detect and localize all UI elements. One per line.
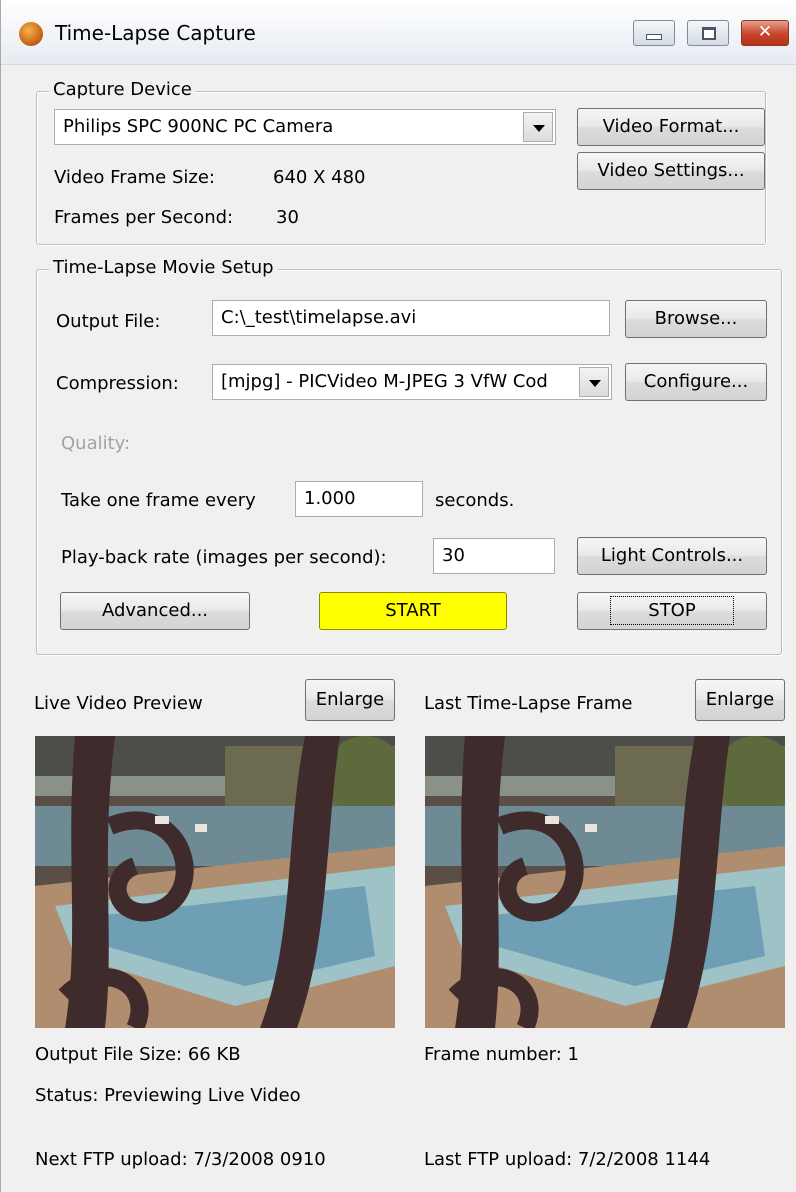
start-button[interactable]: START (319, 592, 507, 630)
frame-number: Frame number: 1 (424, 1044, 579, 1065)
app-window: Time-Lapse Capture Capture Device Philip… (0, 0, 796, 1192)
camera-orb-icon (19, 22, 43, 46)
capture-device-value: Philips SPC 900NC PC Camera (63, 116, 334, 137)
chevron-down-icon[interactable] (523, 112, 553, 142)
video-format-button[interactable]: Video Format... (577, 108, 765, 146)
light-controls-button[interactable]: Light Controls... (577, 537, 767, 575)
interval-unit: seconds. (435, 490, 515, 511)
window-title: Time-Lapse Capture (55, 21, 256, 45)
interval-label: Take one frame every (61, 490, 256, 511)
next-ftp-upload: Next FTP upload: 7/3/2008 0910 (35, 1149, 326, 1170)
capture-device-select[interactable]: Philips SPC 900NC PC Camera (54, 109, 556, 145)
stop-button-label: STOP (610, 596, 734, 625)
browse-button[interactable]: Browse... (625, 300, 767, 338)
last-frame-title: Last Time-Lapse Frame (424, 693, 633, 714)
configure-button[interactable]: Configure... (625, 363, 767, 401)
stop-button[interactable]: STOP (577, 592, 767, 630)
movie-setup-legend: Time-Lapse Movie Setup (49, 257, 278, 278)
live-preview-title: Live Video Preview (34, 693, 203, 714)
title-bar[interactable]: Time-Lapse Capture (1, 0, 796, 65)
status-text: Status: Previewing Live Video (35, 1085, 301, 1106)
compression-label: Compression: (56, 373, 179, 394)
compression-value: [mjpg] - PICVideo M-JPEG 3 VfW Cod (221, 371, 548, 392)
close-button[interactable] (741, 20, 789, 46)
maximize-button[interactable] (687, 20, 729, 46)
quality-label: Quality: (61, 433, 131, 454)
playback-label: Play-back rate (images per second): (61, 547, 387, 568)
output-file-size: Output File Size: 66 KB (35, 1044, 241, 1065)
last-enlarge-button[interactable]: Enlarge (695, 679, 785, 721)
capture-device-legend: Capture Device (49, 79, 196, 100)
frame-size-value: 640 X 480 (273, 167, 366, 188)
pool-camera-image (35, 736, 395, 1028)
output-file-label: Output File: (56, 311, 161, 332)
live-enlarge-button[interactable]: Enlarge (305, 679, 395, 721)
chevron-down-icon[interactable] (579, 367, 609, 397)
interval-input[interactable]: 1.000 (295, 481, 423, 517)
output-file-input[interactable]: C:\_test\timelapse.avi (212, 300, 610, 336)
video-settings-button[interactable]: Video Settings... (577, 152, 765, 190)
fps-label: Frames per Second: (54, 207, 234, 228)
last-frame-preview[interactable] (425, 736, 785, 1028)
fps-value: 30 (276, 207, 299, 228)
minimize-button[interactable] (633, 20, 675, 46)
pool-camera-image (425, 736, 785, 1028)
last-ftp-upload: Last FTP upload: 7/2/2008 1144 (424, 1149, 711, 1170)
frame-size-label: Video Frame Size: (54, 167, 215, 188)
advanced-button[interactable]: Advanced... (60, 592, 250, 630)
compression-select[interactable]: [mjpg] - PICVideo M-JPEG 3 VfW Cod (212, 364, 612, 400)
playback-input[interactable]: 30 (433, 538, 555, 574)
live-video-preview[interactable] (35, 736, 395, 1028)
